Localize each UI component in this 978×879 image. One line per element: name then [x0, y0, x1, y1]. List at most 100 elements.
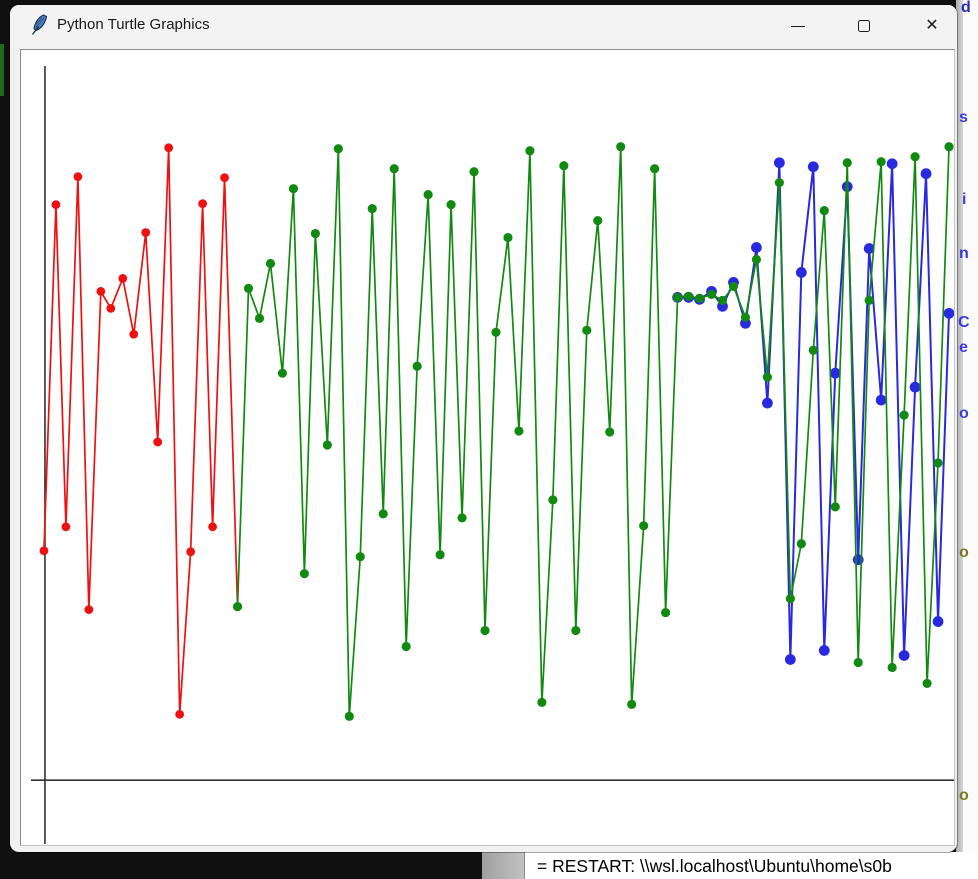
shell-restart-text: = RESTART: \\wsl.localhost\Ubuntu\home\s… [537, 856, 892, 877]
green-series-point [402, 642, 411, 651]
green-series-point [559, 161, 568, 170]
green-series-point [436, 550, 445, 559]
occluded-letter: e [959, 340, 968, 356]
desktop-background: dsinCeooo = RESTART: \\wsl.localhost\Ubu… [0, 0, 978, 879]
occluded-letter: o [959, 406, 969, 422]
occluded-letter: C [958, 315, 970, 331]
green-series-point [537, 698, 546, 707]
blue-series-point [876, 395, 887, 406]
green-series-point [797, 539, 806, 548]
green-series-point [300, 569, 309, 578]
green-series-point [413, 362, 422, 371]
blue-series-point [899, 650, 910, 661]
title-bar[interactable]: Python Turtle Graphics ✕ [10, 5, 957, 47]
red-series-point [175, 710, 184, 719]
green-series-point [910, 152, 919, 161]
green-series-line [238, 147, 949, 717]
maximize-icon [858, 20, 870, 32]
green-series-point [775, 178, 784, 187]
green-series-point [718, 296, 727, 305]
green-series-point [514, 426, 523, 435]
green-series-point [763, 373, 772, 382]
red-series-point [208, 522, 217, 531]
green-series-point [244, 284, 253, 293]
maximize-button[interactable] [841, 5, 887, 47]
green-series-point [469, 167, 478, 176]
background-shell-edge [482, 852, 524, 879]
red-series-line [44, 148, 238, 715]
blue-series-point [785, 654, 796, 665]
idle-shell-output[interactable]: = RESTART: \\wsl.localhost\Ubuntu\home\s… [524, 852, 978, 879]
red-series-point [52, 200, 61, 209]
blue-series-point [933, 616, 944, 627]
green-series-point [877, 157, 886, 166]
green-series-point [707, 290, 716, 299]
green-series-point [255, 314, 264, 323]
red-series-point [186, 547, 195, 556]
turtle-canvas-svg [20, 49, 955, 846]
green-series-point [854, 658, 863, 667]
blue-series-point [774, 157, 785, 168]
green-series-point [639, 521, 648, 530]
red-series-point [62, 522, 71, 531]
red-series-point [84, 605, 93, 614]
green-series-point [491, 328, 500, 337]
green-series-point [323, 440, 332, 449]
occluded-letter: o [959, 545, 969, 561]
blue-series-line [678, 163, 949, 660]
green-series-point [368, 204, 377, 213]
occluded-letter: s [959, 110, 968, 126]
green-series-point [525, 146, 534, 155]
red-series-point [96, 287, 105, 296]
green-series-point [695, 294, 704, 303]
green-series-point [390, 164, 399, 173]
green-series-point [922, 679, 931, 688]
red-series-point [40, 546, 49, 555]
green-series-point [605, 427, 614, 436]
blue-series-point [796, 267, 807, 278]
green-series-point [729, 282, 738, 291]
blue-series-point [819, 645, 830, 656]
green-series-point [741, 313, 750, 322]
green-series-point [900, 410, 909, 419]
green-series-point [944, 142, 953, 151]
red-series-point [198, 199, 207, 208]
blue-series-point [887, 158, 898, 169]
green-series-point [650, 164, 659, 173]
blue-series-point [944, 308, 955, 319]
blue-series-point [751, 242, 762, 253]
green-series-point [345, 712, 354, 721]
green-series-point [831, 502, 840, 511]
red-series-point [164, 143, 173, 152]
green-series-point [809, 346, 818, 355]
green-series-point [334, 144, 343, 153]
occluded-letter: d [961, 0, 971, 16]
blue-series-point [910, 382, 921, 393]
green-series-point [311, 229, 320, 238]
green-series-point [278, 369, 287, 378]
blue-series-point [921, 168, 932, 179]
green-series-point [627, 700, 636, 709]
green-series-point [503, 233, 512, 242]
occluded-letter: i [962, 192, 966, 208]
close-icon: ✕ [925, 18, 938, 34]
red-series-point [153, 438, 162, 447]
blue-series-point [808, 161, 819, 172]
green-series-point [480, 626, 489, 635]
turtle-graphics-window: Python Turtle Graphics ✕ [10, 5, 957, 852]
green-series-point [786, 594, 795, 603]
green-series-point [684, 292, 693, 301]
green-series-point [548, 495, 557, 504]
green-series-point [865, 296, 874, 305]
occluded-letter: o [959, 788, 969, 804]
occluded-text-fragments: dsinCeooo [956, 0, 978, 853]
green-series-point [616, 142, 625, 151]
minimize-button[interactable] [775, 5, 821, 47]
green-series-point [820, 206, 829, 215]
background-window-fragment [0, 44, 4, 96]
green-series-point [843, 158, 852, 167]
green-series-point [379, 509, 388, 518]
red-series-point [220, 173, 229, 182]
minimize-icon [791, 26, 805, 27]
close-button[interactable]: ✕ [909, 5, 955, 47]
